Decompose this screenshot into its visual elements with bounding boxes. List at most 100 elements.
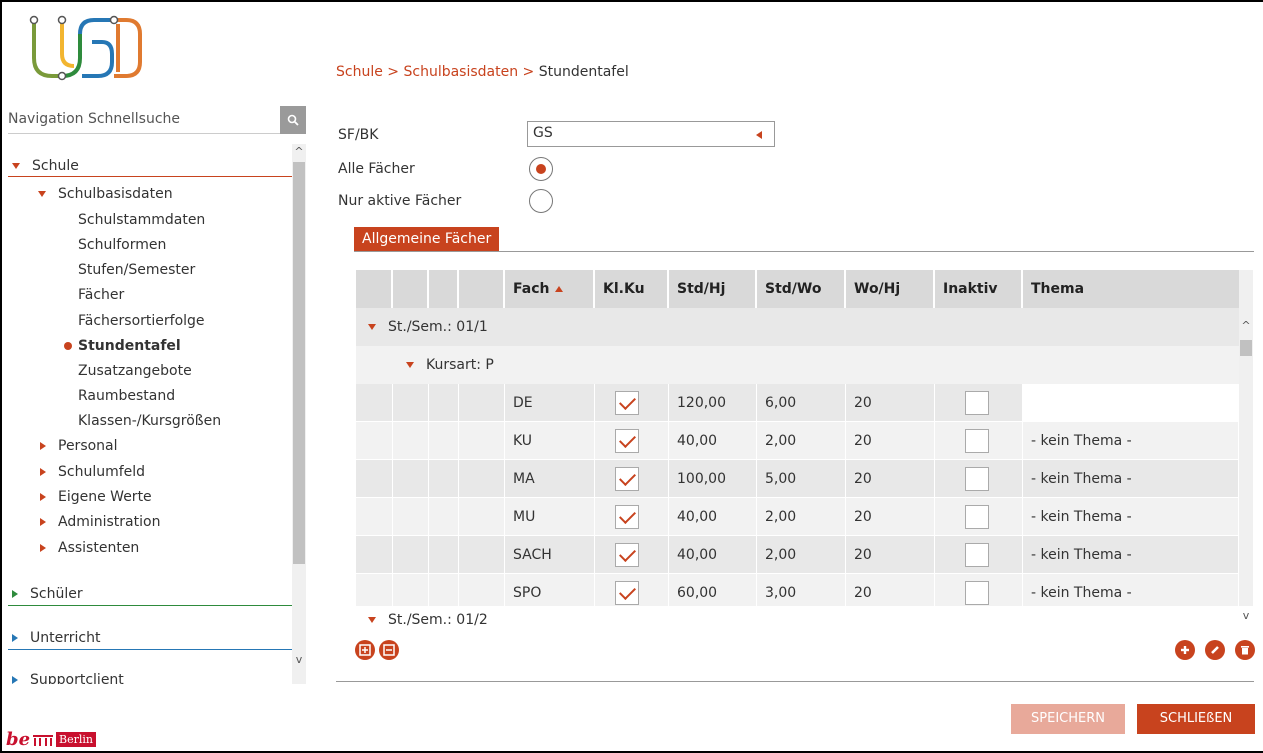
row-blank-cell [429,422,459,460]
row-blank-cell [459,422,505,460]
nav-item-klassen-kursgroessen[interactable]: Klassen-/Kursgrößen [78,409,221,433]
nav-item-schule[interactable]: Schule [12,154,79,178]
inaktiv-checkbox[interactable] [965,505,989,529]
nav-label: Eigene Werte [58,489,152,505]
nav-item-faecher[interactable]: Fächer [78,283,124,307]
breadcrumb-schulbasisdaten[interactable]: Schulbasisdaten [403,64,518,80]
expand-all-button[interactable] [355,640,375,660]
collapsed-icon [40,442,46,450]
scroll-thumb[interactable] [293,162,305,564]
cell-thema[interactable]: - kein Thema - [1023,460,1239,498]
group-label: St./Sem.: 01/1 [388,319,488,335]
nav-item-assistenten[interactable]: Assistenten [40,536,139,560]
nav-item-supportclient[interactable]: Supportclient [12,668,124,684]
row-blank-cell [393,422,429,460]
aktive-faecher-radio[interactable] [529,189,553,213]
inaktiv-checkbox[interactable] [965,429,989,453]
scroll-thumb[interactable] [1240,340,1252,356]
scroll-up-icon[interactable]: ^ [1239,318,1253,334]
add-button[interactable] [1175,640,1195,660]
nav-item-raumbestand[interactable]: Raumbestand [78,384,175,408]
table-row[interactable]: MA 100,00 5,00 20 - kein Thema - [356,460,1239,498]
inaktiv-checkbox[interactable] [965,467,989,491]
collapse-all-button[interactable] [379,640,399,660]
nav-item-schulformen[interactable]: Schulformen [78,233,166,257]
expanded-icon [368,324,376,330]
nav-item-schueler[interactable]: Schüler [12,582,83,606]
nav-item-personal[interactable]: Personal [40,434,118,458]
cell-stdwo: 3,00 [757,574,846,606]
save-button[interactable]: SPEICHERN [1011,704,1125,734]
breadcrumb-schule[interactable]: Schule [336,64,383,80]
nav-scrollbar[interactable]: ^ v [292,144,306,684]
delete-button[interactable] [1235,640,1255,660]
grid-scrollbar[interactable]: ^ v [1239,270,1253,622]
nav-label: Schulbasisdaten [58,186,173,202]
group-row-kursart[interactable]: Kursart: P [356,346,1239,384]
row-blank-cell [459,536,505,574]
nav-item-stundentafel[interactable]: Stundentafel [64,334,181,358]
nav-item-schulbasisdaten[interactable]: Schulbasisdaten [38,182,173,206]
cell-wohj: 20 [846,460,935,498]
header-wohj[interactable]: Wo/Hj [846,270,935,308]
row-blank-cell [429,574,459,606]
nav-item-zusatzangebote[interactable]: Zusatzangebote [78,359,192,383]
klku-checkbox[interactable] [615,429,639,453]
sfbk-label: SF/BK [338,127,379,143]
table-row[interactable]: SPO 60,00 3,00 20 - kein Thema - [356,574,1239,606]
sfbk-select[interactable]: GS [527,121,775,147]
close-button[interactable]: SCHLIEßEN [1137,704,1255,734]
cell-thema[interactable]: - kein Thema - [1023,422,1239,460]
cell-thema[interactable]: - kein Thema - [1023,498,1239,536]
cell-fach: DE [505,384,595,422]
collapse-all-icon [383,644,395,656]
nav-item-schulumfeld[interactable]: Schulumfeld [40,460,145,484]
header-thema[interactable]: Thema [1023,270,1239,308]
nav-item-faechersortierfolge[interactable]: Fächersortierfolge [78,309,205,333]
table-row[interactable]: KU 40,00 2,00 20 - kein Thema - [356,422,1239,460]
header-stdhj[interactable]: Std/Hj [669,270,757,308]
nav-item-eigene-werte[interactable]: Eigene Werte [40,485,152,509]
scroll-up-icon[interactable]: ^ [292,144,306,160]
nav-item-stufen-semester[interactable]: Stufen/Semester [78,258,195,282]
active-dot-icon [64,342,72,350]
search-button[interactable] [280,106,306,134]
scroll-down-icon[interactable]: v [1239,608,1253,624]
klku-checkbox[interactable] [615,391,639,415]
cell-thema[interactable]: - kein Thema - [1023,536,1239,574]
expanded-icon [406,362,414,368]
klku-checkbox[interactable] [615,467,639,491]
table-row[interactable]: DE 120,00 6,00 20 [356,384,1239,422]
header-fach[interactable]: Fach [505,270,595,308]
klku-checkbox[interactable] [615,543,639,567]
klku-checkbox[interactable] [615,505,639,529]
nav-item-administration[interactable]: Administration [40,510,160,534]
header-klku[interactable]: Kl.Ku [595,270,669,308]
nav-item-unterricht[interactable]: Unterricht [12,626,100,650]
row-blank-cell [429,498,459,536]
inaktiv-checkbox[interactable] [965,391,989,415]
cell-stdwo: 2,00 [757,536,846,574]
header-stdwo[interactable]: Std/Wo [757,270,846,308]
alle-faecher-radio[interactable] [529,157,553,181]
group-label: Kursart: P [426,357,494,373]
table-row[interactable]: MU 40,00 2,00 20 - kein Thema - [356,498,1239,536]
footer-divider [336,681,1254,682]
expanded-icon [368,617,376,623]
inaktiv-checkbox[interactable] [965,543,989,567]
nav-search-input[interactable]: Navigation Schnellsuche [8,106,278,134]
table-row[interactable]: SACH 40,00 2,00 20 - kein Thema - [356,536,1239,574]
edit-button[interactable] [1205,640,1225,660]
group-row-semester[interactable]: St./Sem.: 01/1 [356,308,1239,346]
klku-checkbox[interactable] [615,581,639,605]
scroll-down-icon[interactable]: v [292,652,306,668]
header-inaktiv[interactable]: Inaktiv [935,270,1023,308]
cell-thema[interactable] [1023,384,1239,422]
group-row-semester-2[interactable]: St./Sem.: 01/2 [356,608,1239,632]
breadcrumb-current: Stundentafel [538,64,629,80]
divider [8,605,292,606]
nav-item-schulstammdaten[interactable]: Schulstammdaten [78,208,205,232]
cell-thema[interactable]: - kein Thema - [1023,574,1239,606]
inaktiv-checkbox[interactable] [965,581,989,605]
tab-allgemeine-faecher[interactable]: Allgemeine Fächer [354,227,500,251]
